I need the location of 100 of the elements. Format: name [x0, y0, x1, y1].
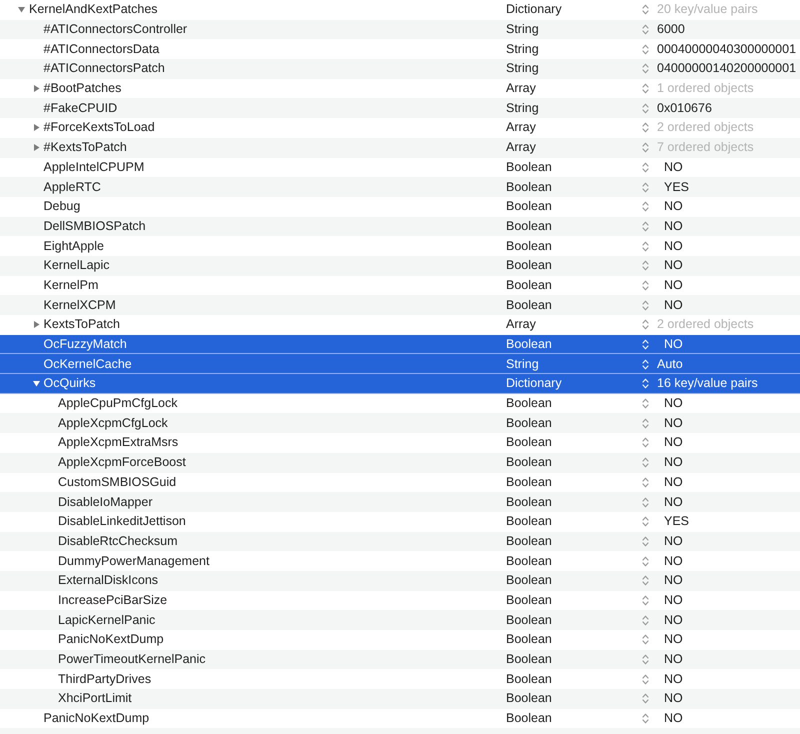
stepper-icon[interactable] — [642, 418, 649, 429]
key-label: #FakeCPUID — [44, 100, 118, 116]
stepper-icon[interactable] — [642, 260, 649, 272]
tree-row[interactable]: Debug Boolean NO — [0, 196, 800, 217]
stepper-icon[interactable] — [642, 437, 649, 448]
stepper-icon[interactable] — [642, 693, 649, 704]
type-label: Dictionary — [506, 2, 562, 18]
stepper-icon[interactable] — [642, 674, 649, 685]
tree-row[interactable]: AppleXcpmExtraMsrs Boolean NO — [0, 433, 800, 453]
value-label: NO — [664, 612, 683, 628]
value-label: 1 ordered objects — [657, 81, 754, 96]
value-label: NO — [664, 218, 683, 234]
tree-row[interactable]: DisableRtcChecksum Boolean NO — [0, 532, 800, 552]
tree-row[interactable]: DummyPowerManagement Boolean NO — [0, 551, 800, 571]
type-label: String — [506, 22, 539, 38]
tree-row[interactable]: #ATIConnectorsController String 6000 — [0, 20, 800, 40]
tree-row[interactable]: DellSMBIOSPatch Boolean NO — [0, 216, 800, 236]
stepper-icon[interactable] — [642, 4, 649, 16]
value-label: 7 ordered objects — [657, 140, 754, 156]
stepper-icon[interactable] — [642, 300, 649, 311]
stepper-icon[interactable] — [642, 634, 649, 646]
type-label: Boolean — [506, 494, 552, 510]
stepper-icon[interactable] — [642, 24, 649, 36]
tree-row[interactable]: PowerTimeoutKernelPanic Boolean NO — [0, 650, 800, 670]
disclosure-triangle-icon[interactable] — [32, 380, 40, 388]
stepper-icon[interactable] — [642, 457, 649, 468]
tree-row[interactable]: KernelAndKextPatches Dictionary 20 key/value pairs — [0, 0, 800, 20]
key-label: AppleXcpmExtraMsrs — [58, 435, 178, 450]
type-label: Boolean — [506, 396, 552, 412]
type-label: Boolean — [506, 455, 552, 470]
stepper-icon[interactable] — [642, 201, 649, 212]
tree-row[interactable]: #ForceKextsToLoad Array 2 ordered objects — [0, 118, 800, 138]
disclosure-triangle-icon[interactable] — [32, 85, 40, 92]
disclosure-triangle-icon[interactable] — [32, 124, 40, 132]
stepper-icon[interactable] — [642, 575, 649, 586]
stepper-icon[interactable] — [642, 44, 649, 55]
value-label: 2 ordered objects — [657, 317, 754, 332]
tree-row[interactable]: EightApple Boolean NO — [0, 236, 800, 256]
tree-row[interactable]: CustomSMBIOSGuid Boolean NO — [0, 472, 800, 492]
type-label: String — [506, 100, 539, 116]
stepper-icon[interactable] — [642, 102, 649, 114]
stepper-icon[interactable] — [642, 713, 649, 724]
type-label: String — [506, 61, 539, 76]
type-label: Boolean — [506, 612, 552, 628]
type-label: Boolean — [506, 573, 552, 588]
stepper-icon[interactable] — [642, 496, 649, 508]
disclosure-triangle-icon[interactable] — [32, 144, 40, 152]
stepper-icon[interactable] — [642, 162, 649, 173]
stepper-icon[interactable] — [642, 654, 649, 666]
stepper-icon[interactable] — [642, 516, 649, 528]
stepper-icon[interactable] — [642, 63, 649, 74]
key-label: KernelXCPM — [44, 298, 116, 313]
type-label: Array — [506, 140, 536, 156]
tree-row[interactable]: #BootPatches Array 1 ordered objects — [0, 78, 800, 98]
tree-row[interactable]: PanicNoKextDump Boolean NO — [0, 708, 800, 728]
tree-row[interactable]: OcQuirks Dictionary 16 key/value pairs — [0, 374, 800, 394]
key-label: DummyPowerManagement — [58, 554, 210, 569]
key-label: XhciPortLimit — [58, 691, 132, 706]
key-label: OcQuirks — [44, 376, 96, 392]
stepper-icon[interactable] — [642, 319, 649, 330]
tree-row[interactable]: OcFuzzyMatch Boolean NO — [0, 334, 800, 354]
tree-row[interactable]: ThirdPartyDrives Boolean NO — [0, 669, 800, 690]
tree-row[interactable]: PanicNoKextDump Boolean NO — [0, 630, 800, 650]
stepper-icon[interactable] — [642, 280, 649, 291]
value-label: NO — [664, 632, 683, 648]
type-label: Boolean — [506, 180, 552, 195]
type-label: Boolean — [506, 199, 552, 214]
tree-row[interactable]: KernelPm Boolean NO — [0, 276, 800, 296]
tree-row[interactable]: DisableLinkeditJettison Boolean YES — [0, 512, 800, 532]
tree-row[interactable]: #ATIConnectorsData String 00040000040300000001 — [0, 39, 800, 60]
tree-row[interactable]: AppleIntelCPUPM Boolean NO — [0, 158, 800, 178]
stepper-icon[interactable] — [642, 614, 649, 626]
tree-row[interactable]: OcKernelCache String Auto — [0, 354, 800, 374]
stepper-icon[interactable] — [642, 556, 649, 567]
type-label: Boolean — [506, 672, 552, 687]
tree-row[interactable]: AppleCpuPmCfgLock Boolean NO — [0, 394, 800, 414]
stepper-icon[interactable] — [642, 220, 649, 232]
disclosure-triangle-icon[interactable] — [18, 6, 25, 14]
type-label: Boolean — [506, 416, 552, 431]
value-label: NO — [664, 474, 683, 490]
key-label: KernelLapic — [44, 258, 110, 274]
value-label: Auto — [657, 356, 683, 372]
stepper-icon[interactable] — [642, 594, 649, 606]
key-label: #KextsToPatch — [44, 140, 127, 156]
tree-row[interactable]: KextsToPatch Array 2 ordered objects — [0, 315, 800, 335]
value-label: 20 key/value pairs — [657, 2, 758, 18]
stepper-icon[interactable] — [642, 240, 649, 252]
stepper-icon[interactable] — [642, 476, 649, 488]
stepper-icon[interactable] — [642, 83, 649, 94]
stepper-icon[interactable] — [642, 122, 649, 134]
stepper-icon[interactable] — [642, 398, 649, 410]
value-label: 6000 — [657, 22, 685, 38]
value-label: NO — [664, 160, 683, 175]
value-label: NO — [664, 652, 683, 668]
stepper-icon[interactable] — [642, 142, 649, 154]
stepper-icon[interactable] — [642, 182, 649, 193]
key-label: AppleCpuPmCfgLock — [58, 396, 178, 412]
stepper-icon[interactable] — [642, 536, 649, 547]
tree-row[interactable]: IncreasePciBarSize Boolean NO — [0, 590, 800, 610]
disclosure-triangle-icon[interactable] — [32, 321, 40, 328]
